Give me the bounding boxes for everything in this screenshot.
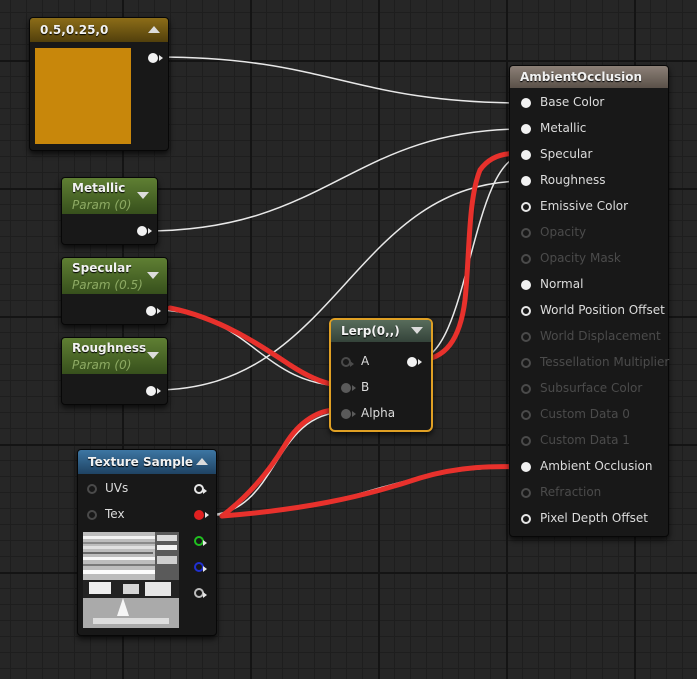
material-result-node[interactable]: AmbientOcclusion Base Color Metallic Specu…: [509, 65, 669, 537]
texture-b-output-pin[interactable]: [194, 562, 207, 572]
specular-param-header[interactable]: Specular Param (0.5): [62, 258, 167, 294]
roughness-param-value: Param (0): [72, 358, 132, 372]
material-pin-opacity[interactable]: [521, 228, 531, 238]
material-pin-label-metallic: Metallic: [540, 121, 587, 135]
texture-tex-label: Tex: [105, 507, 125, 521]
texture-node-title: Texture Sample: [88, 455, 194, 469]
collapse-arrow-icon[interactable]: [137, 192, 149, 199]
lerp-node-title: Lerp(0,,): [341, 324, 400, 338]
wire-specular-to-b: [154, 309, 347, 387]
lerp-output-pin[interactable]: [407, 357, 422, 367]
roughness-output-pin[interactable]: [146, 386, 161, 396]
constant-node-header[interactable]: 0.5,0.25,0: [30, 18, 168, 42]
metallic-param-header[interactable]: Metallic Param (0): [62, 178, 157, 214]
material-pin-label-specular: Specular: [540, 147, 593, 161]
material-pin-base-color[interactable]: [521, 98, 531, 108]
texture-sample-node[interactable]: Texture Sample UVs Tex: [77, 449, 217, 636]
metallic-param-node[interactable]: Metallic Param (0): [61, 177, 158, 245]
texture-g-output-pin[interactable]: [194, 536, 207, 546]
material-pin-label-normal: Normal: [540, 277, 584, 291]
material-pin-label-custom-data-0: Custom Data 0: [540, 407, 630, 421]
material-pin-label-opacity-mask: Opacity Mask: [540, 251, 621, 265]
material-pin-label-opacity: Opacity: [540, 225, 587, 239]
texture-node-header[interactable]: Texture Sample: [78, 450, 216, 474]
material-pin-tessellation-multiplier[interactable]: [521, 358, 531, 368]
material-pin-world-position-offset[interactable]: [521, 306, 531, 316]
constant-output-pin[interactable]: [148, 53, 163, 63]
roughness-param-header[interactable]: Roughness Param (0): [62, 338, 167, 374]
material-pin-metallic[interactable]: [521, 124, 531, 134]
red-stroke-tex-to-alpha: [219, 407, 339, 519]
material-node-title: AmbientOcclusion: [520, 70, 643, 84]
collapse-arrow-icon[interactable]: [147, 352, 159, 359]
texture-rgb-output-pin[interactable]: [194, 484, 207, 494]
material-pin-label-base-color: Base Color: [540, 95, 605, 109]
roughness-param-node[interactable]: Roughness Param (0): [61, 337, 168, 405]
material-pin-roughness[interactable]: [521, 176, 531, 186]
material-node-header[interactable]: AmbientOcclusion: [510, 66, 668, 88]
material-pin-label-world-displacement: World Displacement: [540, 329, 661, 343]
material-pin-label-emissive-color: Emissive Color: [540, 199, 629, 213]
material-pin-label-pixel-depth-offset: Pixel Depth Offset: [540, 511, 648, 525]
wire-constant-to-base-color: [156, 56, 526, 104]
collapse-arrow-icon[interactable]: [147, 272, 159, 279]
lerp-input-alpha-label: Alpha: [361, 406, 396, 420]
specular-output-pin[interactable]: [146, 306, 161, 316]
material-pin-subsurface-color[interactable]: [521, 384, 531, 394]
collapse-arrow-icon[interactable]: [196, 458, 208, 465]
material-pin-refraction[interactable]: [521, 488, 531, 498]
metallic-param-value: Param (0): [72, 198, 132, 212]
material-pin-normal[interactable]: [521, 280, 531, 290]
material-pin-world-displacement[interactable]: [521, 332, 531, 342]
material-pin-pixel-depth-offset[interactable]: [521, 514, 531, 524]
lerp-input-b-label: B: [361, 380, 370, 394]
lerp-node-header[interactable]: Lerp(0,,): [331, 320, 431, 342]
constant-vector-node[interactable]: 0.5,0.25,0: [29, 17, 169, 151]
lerp-input-alpha-pin[interactable]: [341, 409, 356, 419]
material-pin-specular[interactable]: [521, 150, 531, 160]
red-stroke-specular-to-b: [167, 305, 341, 388]
material-pin-label-refraction: Refraction: [540, 485, 602, 499]
material-pin-label-subsurface-color: Subsurface Color: [540, 381, 643, 395]
metallic-param-title: Metallic: [72, 181, 126, 195]
material-pin-custom-data-0[interactable]: [521, 410, 531, 420]
specular-param-title: Specular: [72, 261, 132, 275]
texture-uvs-pin[interactable]: [87, 484, 97, 494]
collapse-arrow-icon[interactable]: [148, 26, 160, 33]
material-pin-label-custom-data-1: Custom Data 1: [540, 433, 630, 447]
color-swatch: [35, 48, 131, 144]
material-pin-ambient-occlusion[interactable]: [521, 462, 531, 472]
collapse-arrow-icon[interactable]: [411, 327, 423, 334]
roughness-param-title: Roughness: [72, 341, 147, 355]
texture-thumbnail: [83, 532, 179, 628]
specular-param-value: Param (0.5): [72, 278, 143, 292]
specular-param-node[interactable]: Specular Param (0.5): [61, 257, 168, 325]
material-pin-label-roughness: Roughness: [540, 173, 606, 187]
texture-uvs-label: UVs: [105, 481, 129, 495]
material-pin-opacity-mask[interactable]: [521, 254, 531, 264]
material-pin-custom-data-1[interactable]: [521, 436, 531, 446]
lerp-input-b-pin[interactable]: [341, 383, 356, 393]
red-stroke-tex-to-ambient: [219, 464, 525, 519]
material-pin-label-ambient-occlusion: Ambient Occlusion: [540, 459, 653, 473]
lerp-input-a-pin[interactable]: [341, 357, 354, 367]
wire-metallic-to-metallic: [144, 128, 526, 232]
wire-texture-to-ambient-occlusion: [205, 466, 526, 516]
texture-a-output-pin[interactable]: [194, 588, 207, 598]
wire-texture-to-alpha: [205, 411, 347, 516]
constant-node-title: 0.5,0.25,0: [40, 23, 109, 37]
metallic-output-pin[interactable]: [137, 226, 152, 236]
material-pin-emissive-color[interactable]: [521, 202, 531, 212]
texture-r-output-pin[interactable]: [194, 510, 209, 520]
texture-tex-pin[interactable]: [87, 510, 97, 520]
lerp-input-a-label: A: [361, 354, 370, 368]
red-stroke-lerp-to-specular: [415, 151, 525, 363]
material-pin-label-world-position-offset: World Position Offset: [540, 303, 665, 317]
material-pin-label-tessellation-multiplier: Tessellation Multiplier: [540, 355, 670, 369]
lerp-node[interactable]: Lerp(0,,) A B Alpha: [329, 318, 433, 432]
